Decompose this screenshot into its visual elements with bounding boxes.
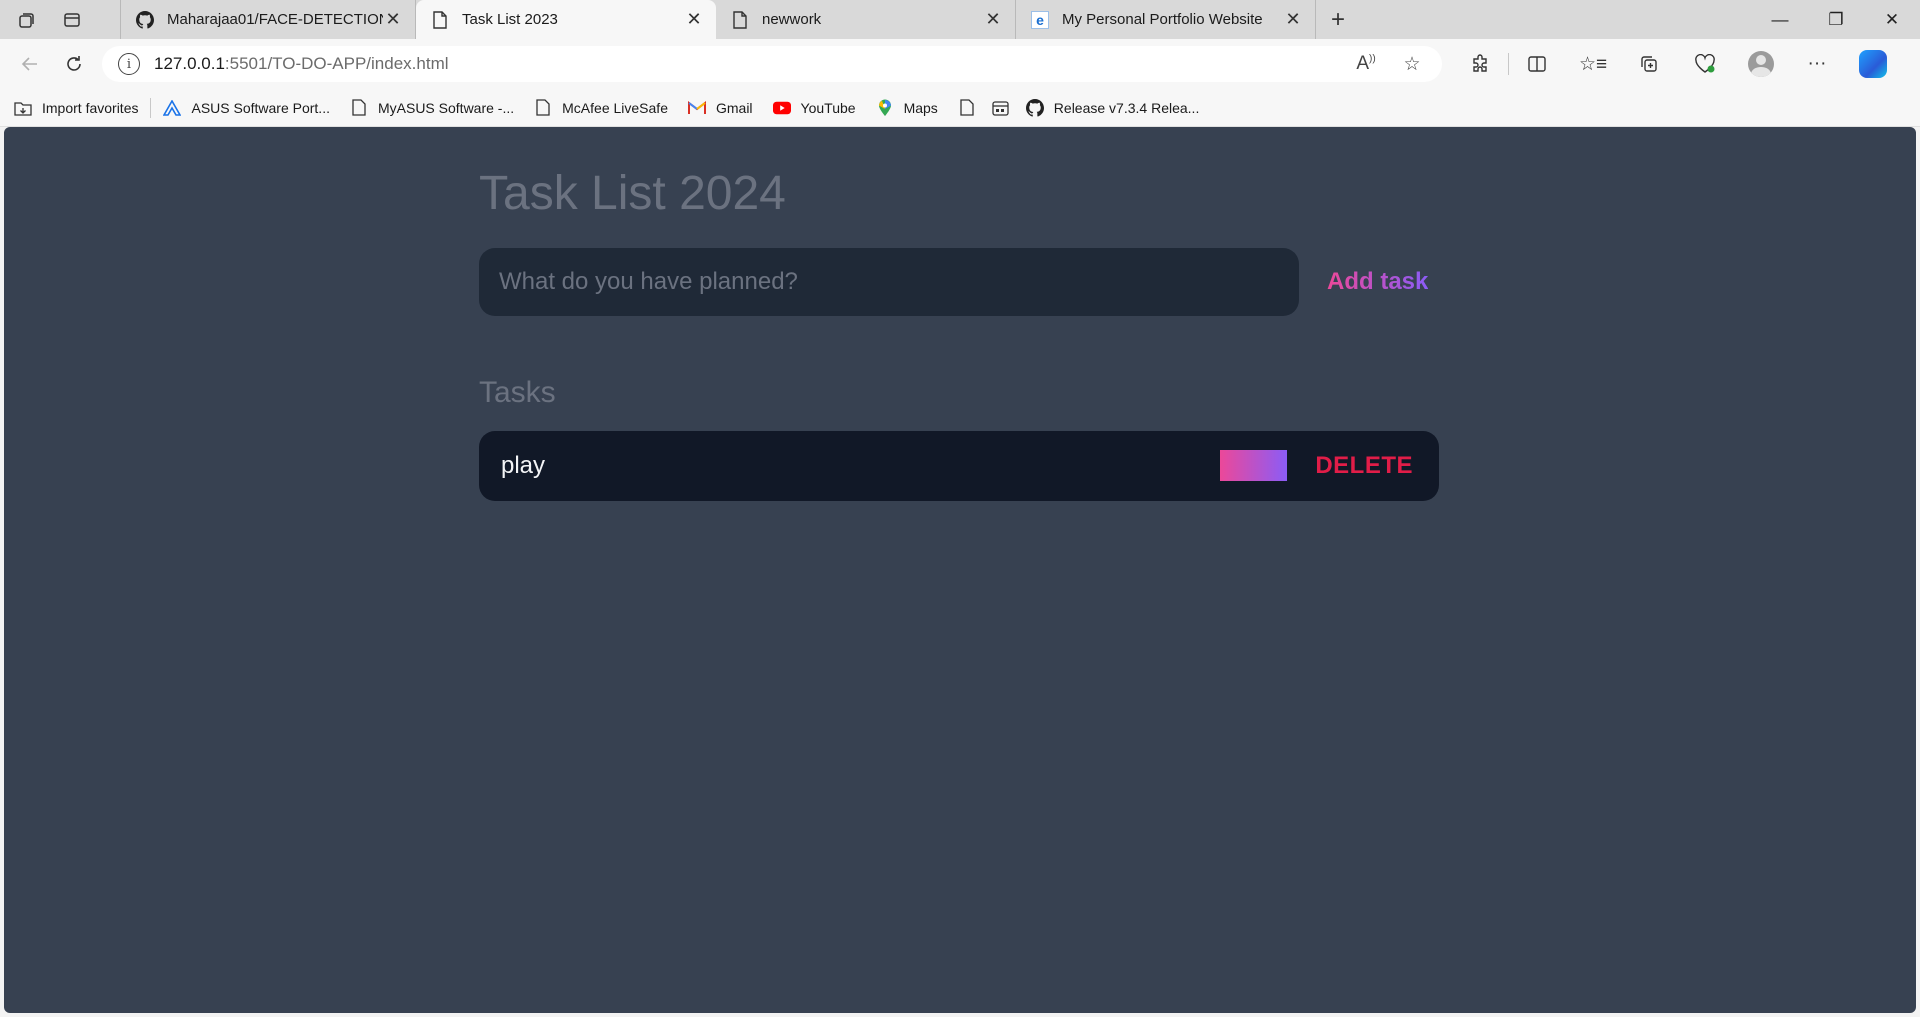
copilot-icon[interactable]	[1845, 44, 1901, 84]
profile-avatar[interactable]	[1733, 44, 1789, 84]
add-task-button[interactable]: Add task	[1327, 268, 1428, 296]
back-icon[interactable]	[8, 44, 52, 84]
tasks-heading: Tasks	[479, 375, 556, 409]
fav-label: MyASUS Software -...	[377, 99, 515, 116]
browser-toolbar: i 127.0.0.1:5501/TO-DO-APP/index.html A)…	[0, 39, 1920, 89]
page-icon	[350, 99, 368, 117]
site-info-icon[interactable]: i	[118, 53, 140, 75]
avatar	[1748, 51, 1774, 77]
todo-app: Task List 2024 Add task Tasks play DELET…	[479, 165, 1439, 501]
tab-actions-icon[interactable]	[54, 0, 90, 39]
asus-icon	[163, 99, 182, 117]
page-title: Task List 2024	[479, 167, 786, 220]
gmail-icon	[687, 99, 706, 117]
maps-icon	[876, 99, 894, 117]
copilot-logo	[1859, 50, 1887, 78]
address-actions: A)) ☆	[1348, 53, 1430, 76]
fav-label: McAfee LiveSafe	[562, 99, 668, 116]
fav-maps[interactable]: Maps	[876, 99, 938, 117]
fav-unnamed-app[interactable]	[992, 99, 1010, 117]
delete-button[interactable]: DELETE	[1315, 452, 1413, 480]
task-input[interactable]	[479, 247, 1299, 316]
fav-myasus[interactable]: MyASUS Software -...	[350, 99, 514, 117]
tab-newwork[interactable]: newwork ✕	[716, 0, 1016, 39]
fav-label: Gmail	[715, 99, 753, 116]
window-controls: — ❐ ✕	[1752, 0, 1920, 39]
tab-title: Task List 2023	[462, 11, 558, 28]
tab-title: newwork	[762, 11, 822, 28]
close-window-icon[interactable]: ✕	[1864, 0, 1920, 39]
close-icon[interactable]: ✕	[1283, 9, 1303, 30]
page-icon	[534, 99, 552, 117]
toolbar-actions: ☆≡ ···	[1452, 44, 1901, 84]
close-icon[interactable]: ✕	[983, 9, 1003, 30]
favorites-divider	[150, 97, 152, 118]
more-options-icon[interactable]: ···	[1789, 44, 1845, 84]
new-tab-button[interactable]: +	[1316, 0, 1360, 39]
fav-label: Release v7.3.4 Relea...	[1053, 99, 1200, 116]
url-text[interactable]: 127.0.0.1:5501/TO-DO-APP/index.html	[154, 54, 1348, 74]
github-icon	[135, 10, 155, 30]
calendar-icon	[992, 99, 1010, 117]
favorites-icon[interactable]: ☆≡	[1565, 44, 1621, 84]
fav-release[interactable]: Release v7.3.4 Relea...	[1025, 98, 1200, 117]
tab-portfolio[interactable]: e My Personal Portfolio Website ✕	[1016, 0, 1316, 39]
browser-window: Maharajaa01/FACE-DETECTION ✕ Task List 2…	[0, 0, 1920, 1017]
fav-gmail[interactable]: Gmail	[687, 99, 753, 117]
collections-icon[interactable]	[1621, 44, 1677, 84]
address-bar[interactable]: i 127.0.0.1:5501/TO-DO-APP/index.html A)…	[102, 46, 1442, 82]
url-host: 127.0.0.1	[154, 54, 225, 73]
fav-import-favorites[interactable]: Import favorites	[14, 99, 138, 117]
close-icon[interactable]: ✕	[383, 9, 403, 30]
fav-youtube[interactable]: YouTube	[772, 99, 856, 117]
github-icon	[1025, 98, 1044, 117]
fav-asus-software[interactable]: ASUS Software Port...	[163, 99, 330, 117]
read-aloud-icon[interactable]: A))	[1348, 53, 1384, 76]
tab-title: Maharajaa01/FACE-DETECTION	[167, 11, 383, 28]
task-list: play DELETE	[479, 430, 1439, 501]
minimize-icon[interactable]: —	[1752, 0, 1808, 39]
task-text[interactable]: play	[501, 452, 1220, 480]
tab-face-detection[interactable]: Maharajaa01/FACE-DETECTION ✕	[120, 0, 416, 39]
refresh-icon[interactable]	[52, 44, 96, 84]
close-icon[interactable]: ✕	[684, 9, 704, 30]
page-icon	[730, 10, 750, 30]
edit-button[interactable]	[1220, 450, 1288, 482]
task-item: play DELETE	[479, 430, 1439, 501]
youtube-icon	[772, 99, 791, 117]
page-icon	[430, 10, 450, 30]
tab-task-list[interactable]: Task List 2023 ✕	[416, 0, 716, 39]
split-screen-icon[interactable]	[1509, 44, 1565, 84]
browser-essentials-icon[interactable]	[1677, 44, 1733, 84]
url-path: :5501/TO-DO-APP/index.html	[224, 54, 449, 73]
fav-label: Import favorites	[42, 99, 139, 116]
workspaces-icon[interactable]	[0, 0, 54, 39]
page-icon	[958, 99, 976, 117]
page-viewport: Task List 2024 Add task Tasks play DELET…	[0, 127, 1920, 1017]
tab-strip: Maharajaa01/FACE-DETECTION ✕ Task List 2…	[0, 0, 1920, 39]
fav-label: YouTube	[800, 99, 856, 116]
fav-label: ASUS Software Port...	[191, 99, 330, 116]
page-body: Task List 2024 Add task Tasks play DELET…	[4, 127, 1916, 1013]
folder-import-icon	[14, 99, 32, 117]
tab-title: My Personal Portfolio Website	[1062, 11, 1263, 28]
edge-e-icon: e	[1030, 10, 1050, 30]
new-task-form: Add task	[479, 247, 1439, 316]
fav-unnamed-page[interactable]	[958, 99, 976, 117]
favorites-bar: Import favorites ASUS Software Port... M…	[0, 89, 1920, 127]
extensions-icon[interactable]	[1452, 44, 1508, 84]
fav-label: Maps	[903, 99, 938, 116]
restore-icon[interactable]: ❐	[1808, 0, 1864, 39]
favorite-star-icon[interactable]: ☆	[1394, 53, 1430, 76]
fav-mcafee[interactable]: McAfee LiveSafe	[534, 99, 668, 117]
